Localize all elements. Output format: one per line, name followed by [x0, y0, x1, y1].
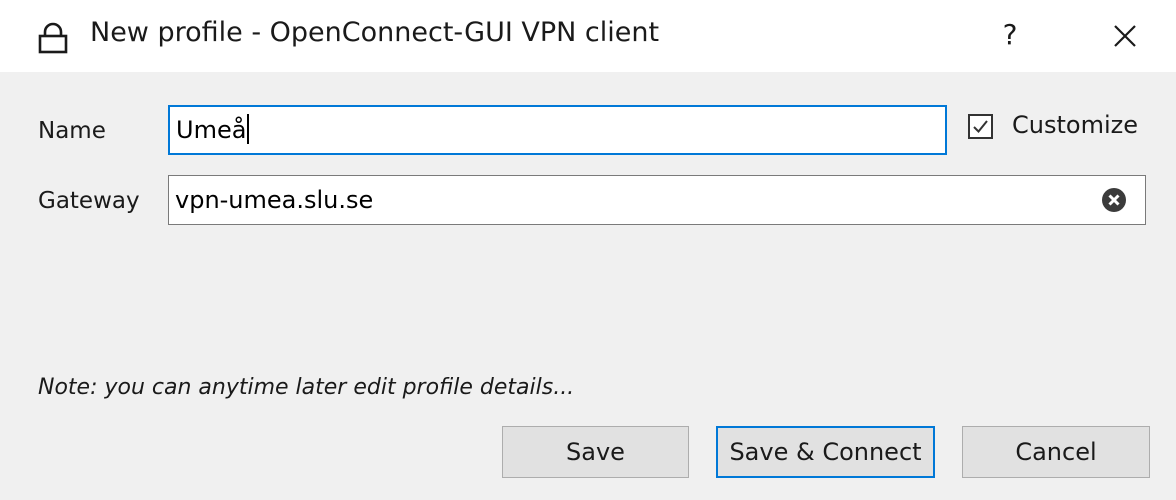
name-value: Umeå	[176, 116, 247, 144]
new-profile-dialog: New profile - OpenConnect-GUI VPN client…	[0, 0, 1176, 500]
cancel-button[interactable]: Cancel	[962, 426, 1150, 478]
save-button[interactable]: Save	[502, 426, 689, 478]
save-and-connect-button[interactable]: Save & Connect	[716, 426, 935, 478]
gateway-field[interactable]: vpn-umea.slu.se	[168, 175, 1146, 225]
gateway-value: vpn-umea.slu.se	[175, 186, 374, 214]
name-label: Name	[38, 118, 106, 144]
clear-icon[interactable]	[1101, 187, 1127, 213]
lock-icon	[38, 22, 68, 54]
customize-checkbox-box[interactable]	[968, 114, 993, 139]
note-text: Note: you can anytime later edit profile…	[38, 375, 575, 400]
text-caret	[247, 114, 250, 144]
help-button[interactable]: ?	[990, 14, 1030, 56]
close-button[interactable]	[1100, 16, 1150, 56]
title-bar: New profile - OpenConnect-GUI VPN client…	[0, 0, 1176, 72]
gateway-label: Gateway	[38, 188, 140, 214]
window-title: New profile - OpenConnect-GUI VPN client	[90, 17, 660, 48]
customize-label: Customize	[1012, 111, 1138, 139]
checkmark-icon	[973, 120, 988, 133]
close-icon	[1114, 25, 1136, 47]
dialog-body: Name Umeå Customize Gateway vpn-umea.slu…	[0, 72, 1176, 500]
name-field[interactable]: Umeå	[168, 105, 947, 155]
